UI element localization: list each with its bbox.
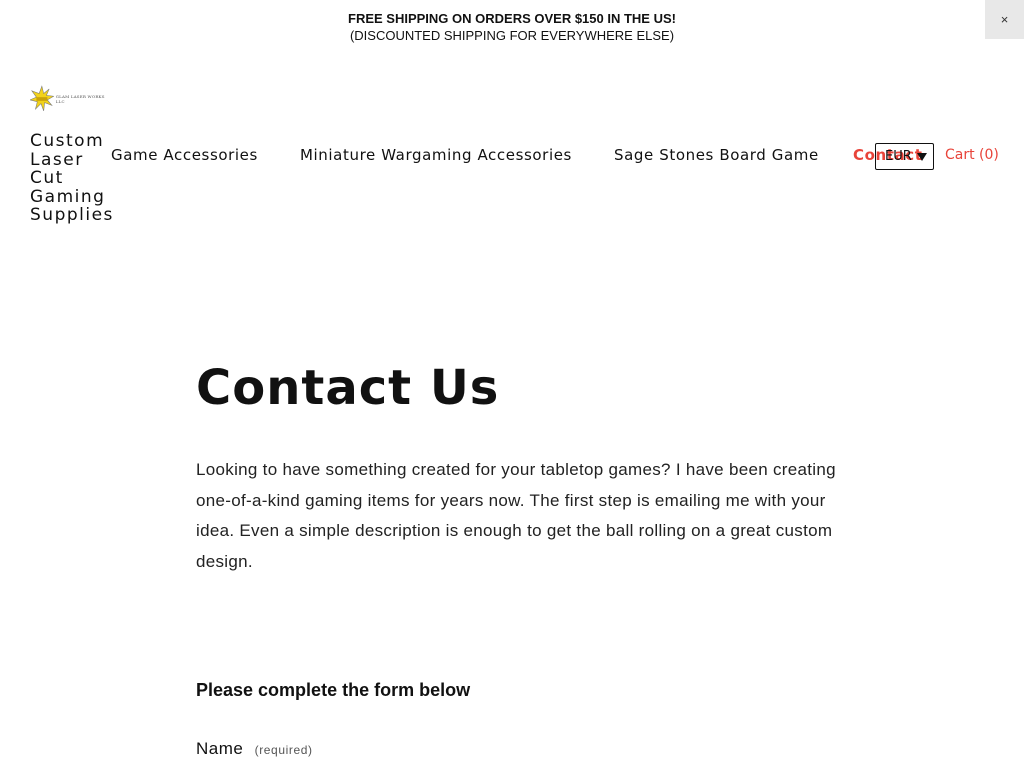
- logo-text: GLAM LASER WORKS LLC: [55, 94, 105, 104]
- name-field-label: Name (required): [196, 739, 313, 759]
- site-title-line: Laser: [30, 149, 84, 170]
- form-heading: Please complete the form below: [196, 680, 471, 700]
- page-title: Contact Us: [196, 360, 500, 416]
- currency-select[interactable]: EUR: [875, 143, 934, 170]
- site-title-line: Gaming: [30, 186, 106, 207]
- site-title-line: Custom: [30, 131, 105, 151]
- announcement-line-2: (DISCOUNTED SHIPPING FOR EVERYWHERE ELSE…: [349, 28, 675, 43]
- announcement-bar: FREE SHIPPING ON ORDERS OVER $150 IN THE…: [0, 0, 1024, 50]
- nav-item-miniature-wargaming[interactable]: Miniature Wargaming Accessories: [300, 146, 572, 164]
- required-note: (required): [254, 743, 313, 757]
- cart-link[interactable]: Cart (0): [945, 147, 999, 163]
- close-announcement-button[interactable]: ×: [985, 0, 1024, 39]
- name-label-text: Name: [196, 739, 244, 758]
- site-title-line: Supplies: [30, 205, 114, 225]
- site-title-line: Cut: [30, 168, 64, 188]
- nav-item-sage-stones[interactable]: Sage Stones Board Game: [614, 146, 819, 164]
- starburst-logo-icon: [30, 85, 54, 111]
- site-logo[interactable]: GLAM LASER WORKS LLC: [30, 84, 110, 114]
- site-title[interactable]: Custom Laser Cut Gaming Supplies: [30, 131, 114, 225]
- currency-value: EUR: [885, 149, 912, 164]
- intro-paragraph: Looking to have something created for yo…: [196, 460, 836, 572]
- announcement-line-1: FREE SHIPPING ON ORDERS OVER $150 IN THE…: [348, 11, 676, 26]
- close-icon: ×: [1000, 12, 1009, 27]
- caret-down-icon: [917, 153, 927, 161]
- nav-item-game-accessories[interactable]: Game Accessories: [111, 146, 258, 164]
